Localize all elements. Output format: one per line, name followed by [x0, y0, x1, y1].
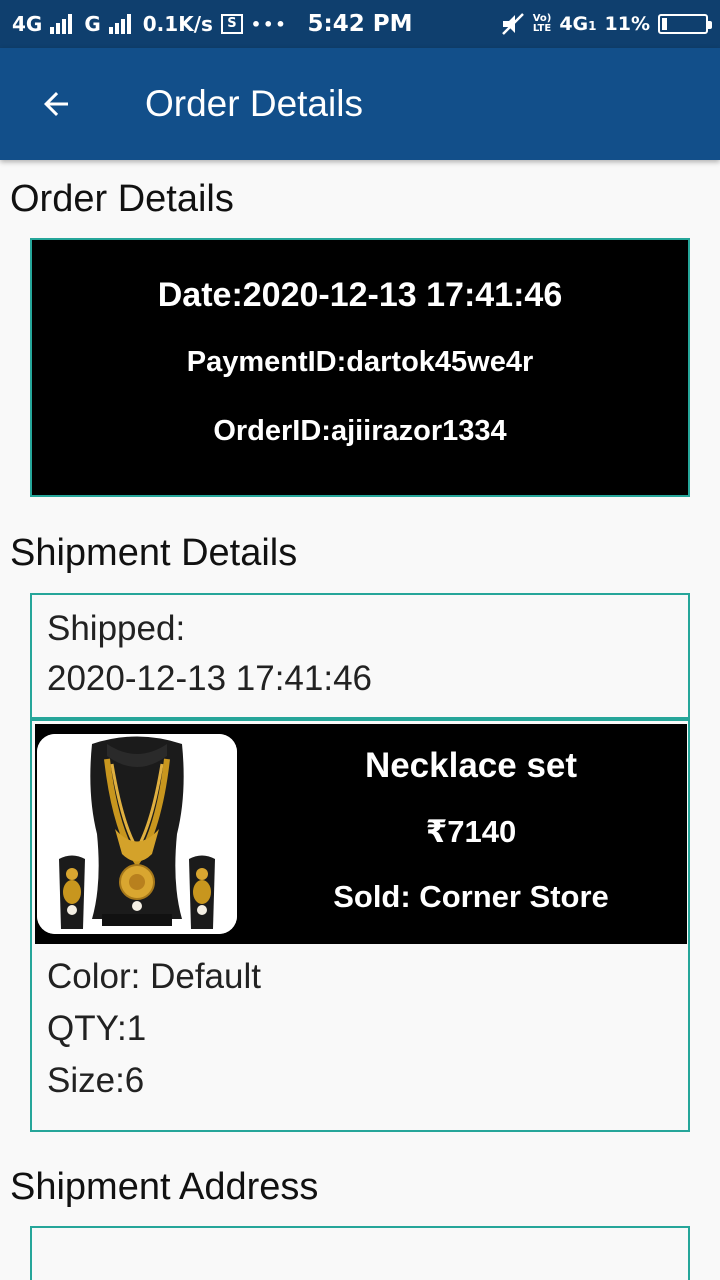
order-item-header: Necklace set ₹7140 Sold: Corner Store	[35, 724, 687, 944]
shipment-details-heading: Shipment Details	[10, 532, 298, 574]
payment-id: PaymentID:dartok45we4r	[186, 346, 534, 378]
network-type-4g-right: 4G1	[559, 13, 597, 35]
shipment-address-card	[30, 1226, 690, 1280]
shipment-status-time: 2020-12-13 17:41:46	[47, 659, 372, 698]
status-left: 4G G 0.1K/s S •••	[12, 12, 288, 36]
s-icon: S	[220, 14, 243, 34]
shipment-address-heading: Shipment Address	[10, 1166, 319, 1208]
order-item-card[interactable]: Necklace set ₹7140 Sold: Corner Store Co…	[30, 719, 690, 1132]
shipment-status-card: Shipped: 2020-12-13 17:41:46	[30, 593, 690, 719]
product-size: Size:6	[47, 1061, 145, 1100]
product-seller: Sold: Corner Store	[333, 879, 609, 914]
status-bar: 4G G 0.1K/s S ••• 5:42 PM Vo) LTE 4G1 11…	[0, 0, 720, 48]
order-info-card: Date:2020-12-13 17:41:46 PaymentID:darto…	[30, 238, 690, 497]
signal-icon	[50, 14, 73, 34]
necklace-image-icon	[37, 734, 237, 934]
product-name[interactable]: Necklace set	[255, 746, 687, 786]
signal-icon-2	[108, 14, 131, 34]
network-type-4g: 4G	[12, 12, 43, 36]
battery-percent: 11%	[604, 13, 650, 35]
volte-icon: Vo) LTE	[532, 13, 552, 34]
order-date: Date:2020-12-13 17:41:46	[157, 276, 563, 314]
app-bar: Order Details	[0, 48, 720, 160]
product-color: Color: Default	[47, 957, 261, 996]
order-id: OrderID:ajiirazor1334	[213, 415, 507, 447]
network-type-g: G	[84, 12, 101, 36]
back-button[interactable]	[0, 48, 112, 160]
network-speed: 0.1K/s	[142, 12, 213, 36]
shipment-status-label: Shipped:	[47, 609, 186, 648]
arrow-back-icon	[44, 92, 68, 116]
app-bar-title: Order Details	[145, 83, 363, 124]
mute-icon	[501, 13, 524, 35]
product-price: ₹7140	[425, 814, 517, 849]
battery-icon	[658, 14, 712, 34]
product-quantity: QTY:1	[47, 1009, 147, 1048]
product-thumbnail[interactable]	[37, 734, 237, 934]
status-right: Vo) LTE 4G1 11%	[501, 13, 712, 35]
more-dots-icon: •••	[250, 14, 288, 34]
order-details-heading: Order Details	[10, 178, 234, 220]
